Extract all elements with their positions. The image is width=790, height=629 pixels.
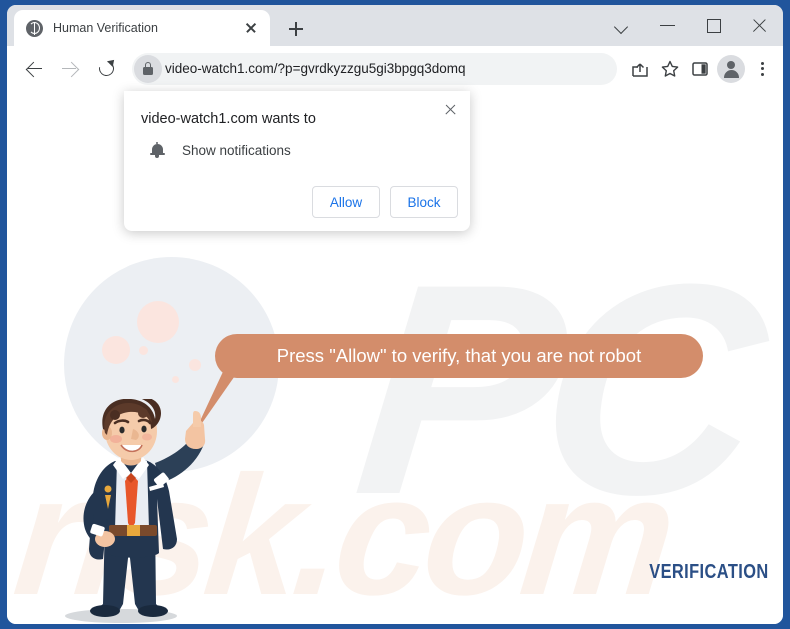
permission-dialog-title: video-watch1.com wants to: [141, 111, 316, 127]
plus-icon[interactable]: [283, 16, 309, 42]
tab-strip: Human Verification: [7, 5, 783, 46]
reload-icon[interactable]: [89, 52, 123, 86]
globe-icon: [26, 19, 43, 37]
arrow-left-icon[interactable]: [17, 52, 51, 86]
three-dot-menu-icon[interactable]: [747, 54, 777, 84]
side-panel-icon[interactable]: [685, 54, 715, 84]
notification-permission-dialog: video-watch1.com wants to Show notificat…: [124, 91, 470, 231]
decorative-dot: [189, 359, 201, 371]
verification-label: VERIFICATION: [649, 561, 769, 583]
chevron-down-icon[interactable]: [599, 5, 645, 46]
browser-tab[interactable]: Human Verification: [14, 10, 270, 46]
bell-icon: [148, 141, 166, 159]
minimize-icon[interactable]: [645, 5, 691, 46]
share-icon[interactable]: [625, 54, 655, 84]
lock-icon[interactable]: [134, 54, 162, 83]
decorative-dot: [139, 346, 148, 355]
avatar-icon[interactable]: [717, 54, 745, 83]
address-bar[interactable]: video-watch1.com/?p=gvrdkyzzgu5gi3bpgq3d…: [132, 52, 617, 85]
close-icon[interactable]: [438, 98, 462, 122]
browser-toolbar: video-watch1.com/?p=gvrdkyzzgu5gi3bpgq3d…: [7, 46, 783, 91]
close-icon[interactable]: [737, 5, 783, 46]
browser-window: Human Verification video-watch1.com/?p=g…: [0, 0, 790, 629]
permission-label: Show notifications: [182, 142, 291, 158]
speech-bubble: Press "Allow" to verify, that you are no…: [215, 334, 703, 378]
permission-row: Show notifications: [148, 141, 291, 159]
permission-actions: Allow Block: [312, 186, 458, 218]
speech-bubble-text: Press "Allow" to verify, that you are no…: [276, 345, 642, 366]
browser-frame-inner: Human Verification video-watch1.com/?p=g…: [7, 5, 783, 624]
maximize-icon[interactable]: [691, 5, 737, 46]
decorative-dot: [172, 376, 179, 383]
close-icon[interactable]: [240, 17, 262, 39]
star-icon[interactable]: [655, 54, 685, 84]
character-illustration: [43, 397, 243, 624]
decorative-dot: [102, 336, 130, 364]
arrow-right-icon: [53, 52, 87, 86]
allow-button[interactable]: Allow: [312, 186, 380, 218]
tab-title: Human Verification: [53, 21, 158, 35]
url-text: video-watch1.com/?p=gvrdkyzzgu5gi3bpgq3d…: [165, 61, 466, 76]
decorative-dot: [137, 301, 179, 343]
block-button[interactable]: Block: [390, 186, 458, 218]
window-controls: [599, 5, 783, 46]
